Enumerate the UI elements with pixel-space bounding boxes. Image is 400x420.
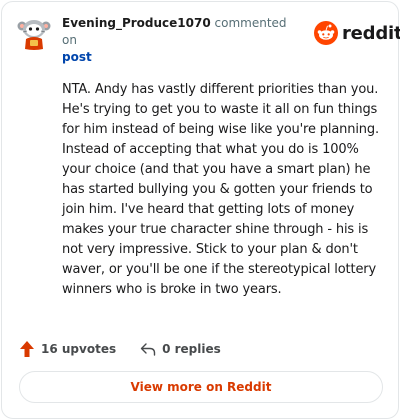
reply-arrow-icon — [140, 343, 156, 356]
upvotes-stat[interactable]: 16 upvotes — [19, 340, 116, 358]
snoo-avatar-icon — [17, 20, 51, 50]
reddit-brand[interactable]: reddit — [314, 20, 400, 46]
comment-header: Evening_Produce1070 commented on post — [62, 15, 302, 66]
upvote-arrow-icon — [20, 341, 34, 357]
comment-author[interactable]: Evening_Produce1070 — [62, 16, 211, 30]
embedded-comment-card: Evening_Produce1070 commented on post re… — [1, 1, 400, 419]
reddit-logo-icon — [314, 21, 338, 45]
user-avatar[interactable] — [17, 15, 51, 51]
view-more-button[interactable]: View more on Reddit — [19, 371, 383, 403]
comment-body: NTA. Andy has vastly different prioritie… — [62, 82, 379, 297]
replies-count: 0 replies — [162, 342, 221, 356]
replies-stat[interactable]: 0 replies — [140, 342, 221, 356]
post-link[interactable]: post — [62, 49, 302, 66]
comment-stats: 16 upvotes 0 replies — [19, 339, 221, 359]
upvotes-count: 16 upvotes — [41, 342, 117, 356]
reddit-wordmark: reddit — [342, 22, 400, 44]
view-more-label: View more on Reddit — [130, 380, 272, 394]
